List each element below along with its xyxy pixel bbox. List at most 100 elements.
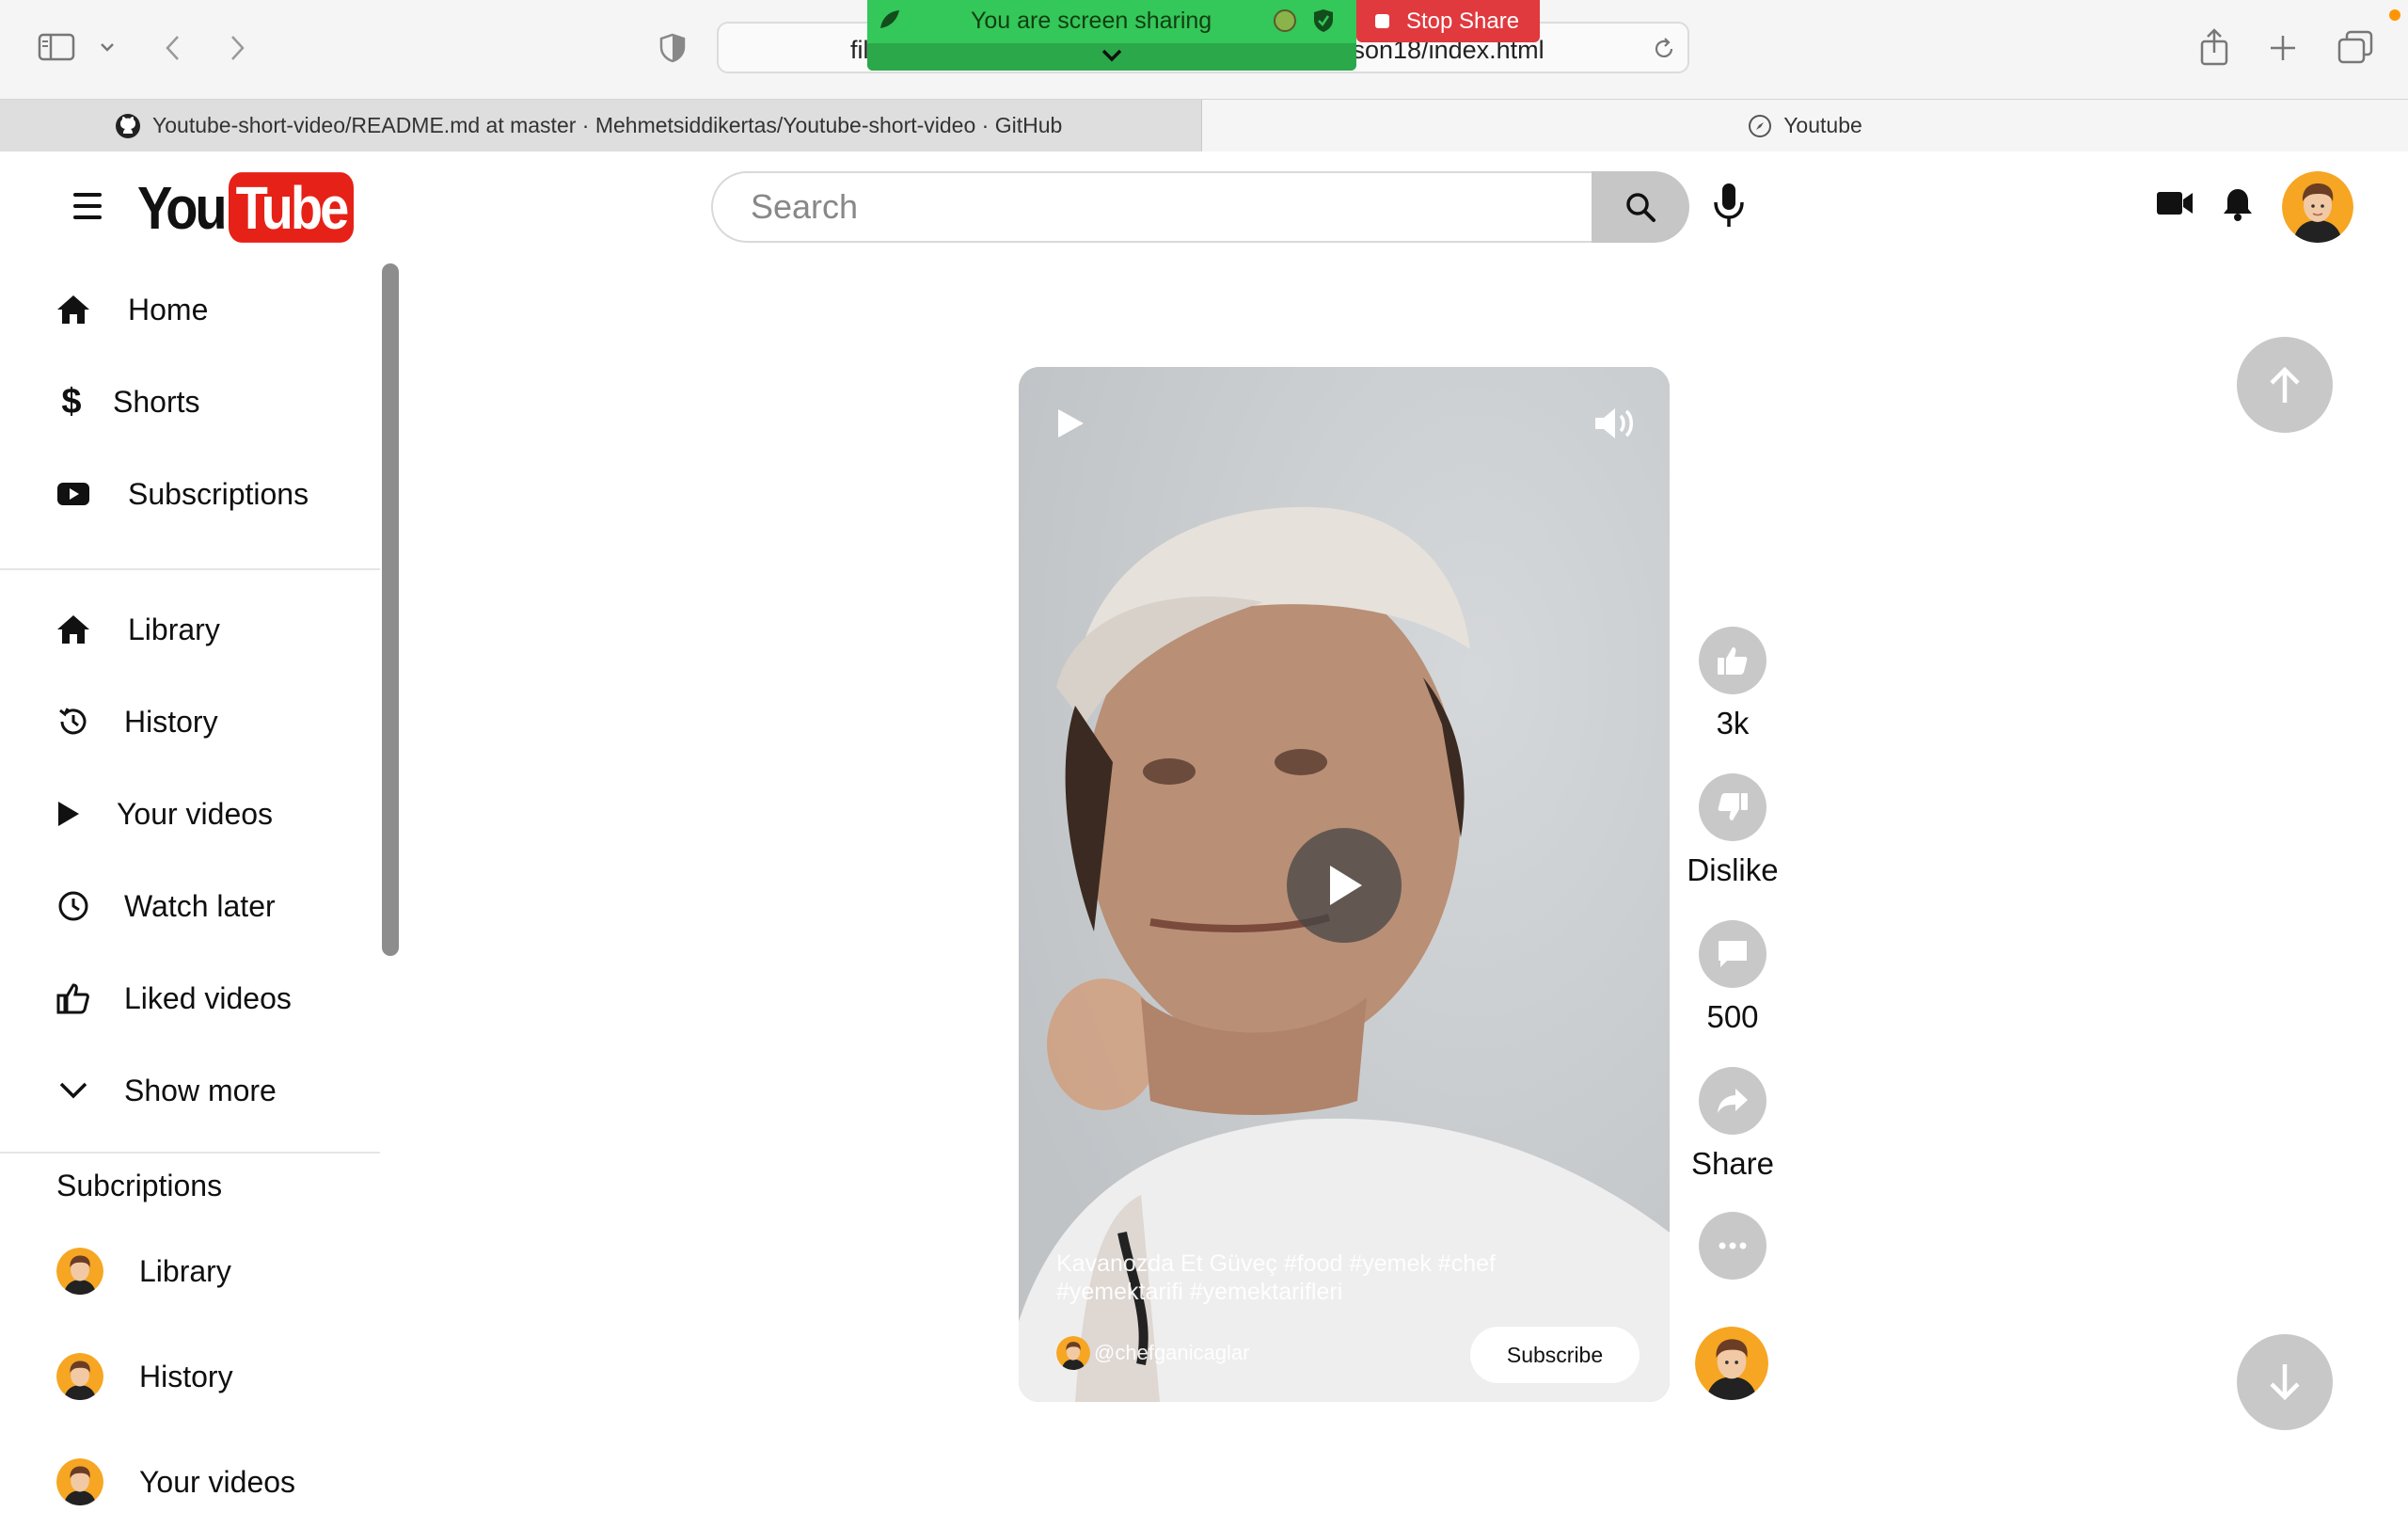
comment-action: 500 — [1686, 920, 1780, 1035]
sidebar-item-subscriptions[interactable]: Subscriptions — [0, 448, 380, 540]
subscribe-button[interactable]: Subscribe — [1470, 1327, 1640, 1383]
menu-icon[interactable] — [73, 193, 102, 219]
back-icon[interactable] — [158, 32, 186, 64]
sidebar-item-label: Watch later — [124, 888, 276, 923]
sidebar-toggle-icon[interactable] — [38, 32, 75, 62]
history-icon — [53, 701, 94, 742]
new-tab-icon[interactable] — [2267, 32, 2299, 64]
like-action: 3k — [1686, 627, 1780, 741]
channel-info[interactable]: @chefganicaglar — [1056, 1336, 1249, 1370]
tab-github[interactable]: Youtube-short-video/README.md at master … — [0, 100, 1202, 151]
clock-icon — [53, 885, 94, 927]
sidebar-item-label: Show more — [124, 1073, 277, 1107]
forward-icon[interactable] — [224, 32, 252, 64]
stop-share-button[interactable]: Stop Share — [1356, 0, 1540, 42]
sidebar-item-liked-videos[interactable]: Liked videos — [0, 952, 380, 1044]
video-camera-icon[interactable] — [2156, 190, 2194, 221]
banner-expand[interactable] — [867, 43, 1356, 71]
sidebar-item-watch-later[interactable]: Watch later — [0, 860, 380, 952]
share-button[interactable] — [1699, 1067, 1766, 1135]
screen-sharing-text: You are screen sharing — [971, 8, 1212, 34]
status-dot-icon — [1274, 9, 1296, 32]
thumbs-up-icon — [1718, 647, 1748, 675]
sidebar-item-library[interactable]: Library — [0, 583, 380, 676]
sidebar-item-home[interactable]: Home — [0, 263, 380, 356]
screen-sharing-banner: You are screen sharing — [867, 0, 1356, 71]
subscription-label: Your videos — [139, 1464, 296, 1499]
previous-video-button[interactable] — [2237, 337, 2333, 433]
youtube-logo[interactable]: You Tube — [137, 172, 355, 243]
sidebar-item-label: Your videos — [117, 796, 274, 831]
sidebar-item-label: Home — [128, 292, 209, 326]
dislike-button[interactable] — [1699, 773, 1766, 841]
home-icon — [53, 289, 94, 330]
logo-you: You — [137, 173, 228, 242]
avatar — [56, 1248, 103, 1295]
play-icon[interactable] — [1054, 406, 1086, 445]
sidebar-divider — [0, 568, 380, 570]
subscription-item[interactable]: History — [0, 1330, 380, 1423]
tab-bar: Youtube-short-video/README.md at master … — [0, 99, 2408, 151]
thumbs-down-icon — [1718, 793, 1748, 820]
arrow-up-icon — [2270, 366, 2300, 403]
tab-youtube[interactable]: Youtube — [1202, 100, 2408, 151]
more-button[interactable] — [1699, 1212, 1766, 1280]
bell-icon[interactable] — [2222, 186, 2254, 227]
sidebar-item-your-videos[interactable]: Your videos — [0, 768, 380, 860]
recording-indicator — [2389, 9, 2400, 21]
sidebar-item-shorts[interactable]: $ Shorts — [0, 356, 380, 448]
short-video-player[interactable]: Kavanozda Et Güveç #food #yemek #chef #y… — [1019, 367, 1670, 1402]
subscription-item[interactable]: Your videos — [0, 1436, 380, 1528]
search-input[interactable] — [711, 171, 1592, 243]
chevron-down-icon[interactable] — [96, 38, 119, 56]
more-action — [1686, 1212, 1780, 1280]
stop-icon — [1375, 14, 1389, 28]
logo-tube: Tube — [228, 172, 355, 243]
avatar[interactable] — [1695, 1327, 1768, 1400]
microphone-icon[interactable] — [1712, 182, 1746, 235]
sidebar-item-history[interactable]: History — [0, 676, 380, 768]
browser-toolbar: fil sson18/index.html You are screen sha… — [0, 0, 2408, 99]
sidebar-divider — [0, 1152, 380, 1154]
like-button[interactable] — [1699, 627, 1766, 694]
subscriptions-heading: Subcriptions — [56, 1169, 223, 1202]
play-icon — [1330, 866, 1362, 905]
github-icon — [115, 113, 141, 139]
share-action: Share — [1686, 1067, 1780, 1182]
avatar[interactable] — [2282, 171, 2353, 243]
comment-count: 500 — [1706, 999, 1759, 1034]
more-horizontal-icon — [1719, 1242, 1747, 1249]
sidebar-item-show-more[interactable]: Show more — [0, 1044, 380, 1137]
compass-icon — [1748, 114, 1772, 138]
search-bar — [711, 171, 1689, 243]
share-label: Share — [1690, 1146, 1775, 1181]
avatar — [56, 1458, 103, 1505]
reload-icon[interactable] — [1652, 37, 1676, 66]
center-play-button[interactable] — [1287, 828, 1402, 943]
sidebar-scrollbar[interactable] — [382, 263, 399, 956]
share-arrow-icon — [1718, 1089, 1748, 1113]
tab-overview-icon[interactable] — [2337, 28, 2374, 66]
share-icon[interactable] — [2197, 26, 2231, 68]
subscription-label: Library — [139, 1253, 231, 1288]
next-video-button[interactable] — [2237, 1334, 2333, 1430]
leaf-icon — [877, 8, 901, 37]
comment-icon — [1719, 941, 1747, 967]
comment-button[interactable] — [1699, 920, 1766, 988]
subscription-item[interactable]: Library — [0, 1225, 380, 1317]
subscription-label: History — [139, 1359, 233, 1393]
shield-icon[interactable] — [657, 32, 689, 64]
search-button[interactable] — [1592, 171, 1689, 243]
chevron-down-icon — [53, 1070, 94, 1111]
home-icon — [53, 609, 94, 650]
tab-youtube-label: Youtube — [1783, 113, 1862, 137]
sidebar-item-label: Library — [128, 612, 220, 646]
chevron-down-icon[interactable] — [1101, 48, 1123, 68]
volume-icon[interactable] — [1592, 405, 1640, 447]
dollar-icon: $ — [61, 381, 82, 422]
sidebar-item-label: Liked videos — [124, 980, 292, 1015]
tab-github-label: Youtube-short-video/README.md at master … — [152, 113, 1063, 137]
play-icon — [47, 793, 88, 835]
avatar — [56, 1353, 103, 1400]
dislike-label: Dislike — [1687, 852, 1779, 887]
